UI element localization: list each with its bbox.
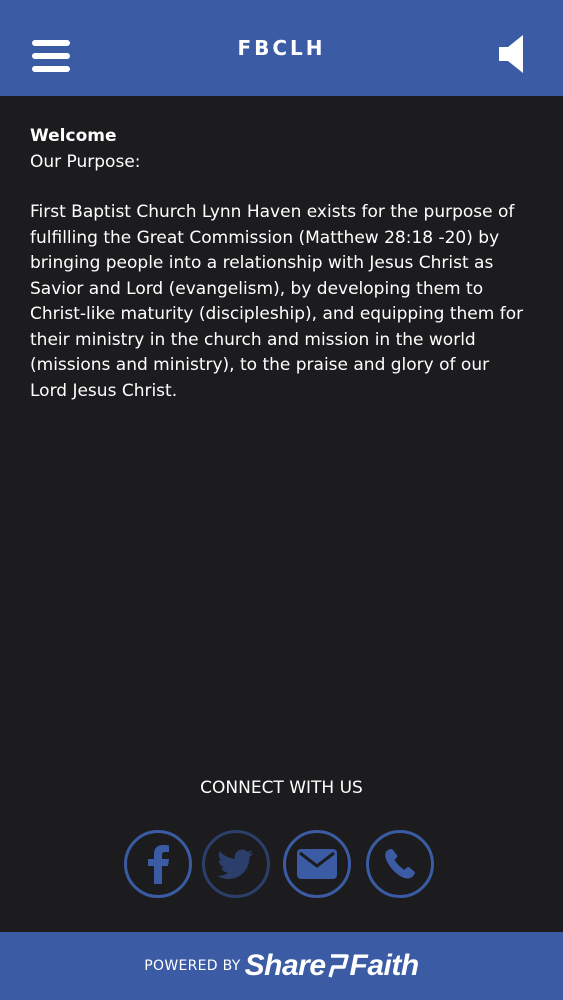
paragraph-line: (missions and ministry), to the praise a…	[30, 355, 490, 375]
paragraph-line: Savior and Lord (evangelism), by develop…	[30, 278, 484, 299]
facebook-button[interactable]	[124, 830, 192, 898]
app-title: FBCLH	[237, 36, 326, 60]
facebook-icon	[148, 845, 169, 884]
powered-by-label: POWERED BY	[144, 958, 241, 974]
email-button[interactable]	[283, 830, 351, 898]
paragraph-line: Lord Jesus Christ.	[30, 380, 178, 401]
hamburger-menu-icon	[32, 40, 70, 46]
phone-button[interactable]	[366, 830, 434, 898]
app-header: FBCLH	[0, 0, 563, 96]
purpose-paragraph: First Baptist Church Lynn Haven exists f…	[30, 200, 540, 404]
paragraph-line: Christ-like maturity (discipleship), and…	[30, 304, 524, 324]
paragraph-line: their ministry in the church and mission…	[30, 329, 476, 350]
paragraph-line: First Baptist Church Lynn Haven exists f…	[30, 202, 515, 222]
menu-button[interactable]	[32, 40, 70, 72]
speaker-icon	[499, 35, 523, 73]
twitter-button[interactable]	[202, 830, 270, 898]
envelope-icon	[297, 849, 337, 879]
app-footer: POWERED BY Share Faith	[0, 932, 563, 1000]
connect-heading: CONNECT WITH US	[200, 778, 363, 798]
brand-right-text: Faith	[349, 949, 420, 982]
flag-icon	[327, 954, 349, 978]
paragraph-line: bringing people into a relationship with…	[30, 253, 494, 273]
paragraph-line: fulfilling the Great Commission (Matthew…	[30, 227, 500, 248]
sound-button[interactable]	[499, 34, 525, 74]
main-content: Welcome Our Purpose: First Baptist Churc…	[30, 124, 540, 404]
brand-left-text: Share	[244, 949, 326, 982]
phone-icon	[385, 849, 415, 879]
purpose-label: Our Purpose:	[30, 151, 141, 172]
welcome-heading: Welcome	[30, 126, 117, 146]
twitter-icon	[218, 849, 253, 879]
sharefaith-logo[interactable]: Share Faith	[244, 949, 420, 983]
